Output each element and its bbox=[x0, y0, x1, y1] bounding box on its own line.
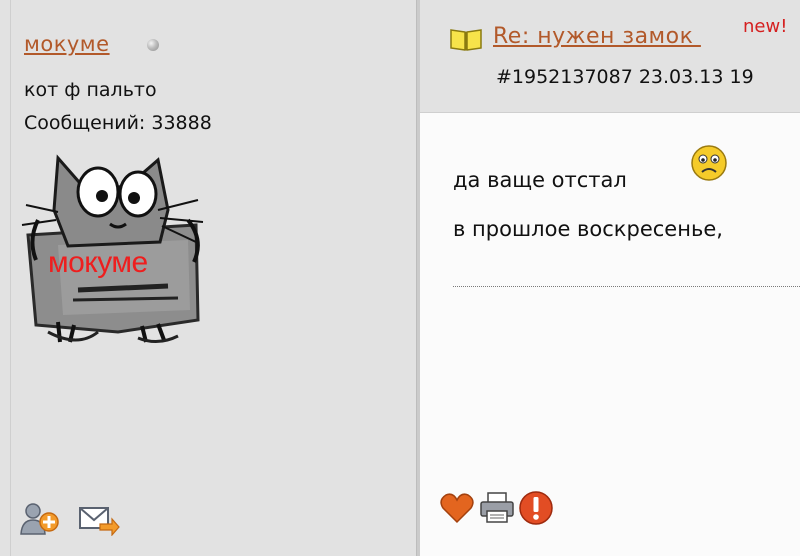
printer-icon bbox=[480, 492, 514, 523]
panel-border bbox=[10, 0, 11, 556]
post-text-line: в прошлое воскресенье, bbox=[453, 217, 723, 241]
report-icon bbox=[519, 491, 553, 525]
status-dot-gray-icon bbox=[147, 39, 159, 51]
print-button[interactable] bbox=[479, 490, 515, 524]
avatar-caption: мокуме bbox=[48, 246, 148, 279]
sad-smiley-icon bbox=[690, 144, 728, 182]
post-meta[interactable]: #1952137087 23.03.13 19 bbox=[496, 66, 754, 88]
new-badge: new! bbox=[743, 16, 788, 37]
signature-divider bbox=[453, 286, 800, 287]
report-button[interactable] bbox=[518, 490, 554, 526]
author-post-count: Сообщений: 33888 bbox=[24, 112, 212, 134]
open-book-icon bbox=[449, 26, 483, 52]
post-title-link[interactable]: Re: нужен замок bbox=[493, 24, 701, 49]
send-message-icon bbox=[79, 507, 120, 537]
author-title: кот ф пальто bbox=[24, 79, 157, 101]
author-username-link[interactable]: мокуме bbox=[24, 32, 110, 56]
heart-icon bbox=[440, 493, 474, 524]
send-message-button[interactable] bbox=[78, 504, 120, 537]
add-friend-icon bbox=[20, 503, 59, 535]
like-button[interactable] bbox=[440, 492, 474, 524]
post-text-line: да ваще отстал bbox=[453, 168, 627, 192]
add-friend-button[interactable] bbox=[20, 502, 60, 536]
